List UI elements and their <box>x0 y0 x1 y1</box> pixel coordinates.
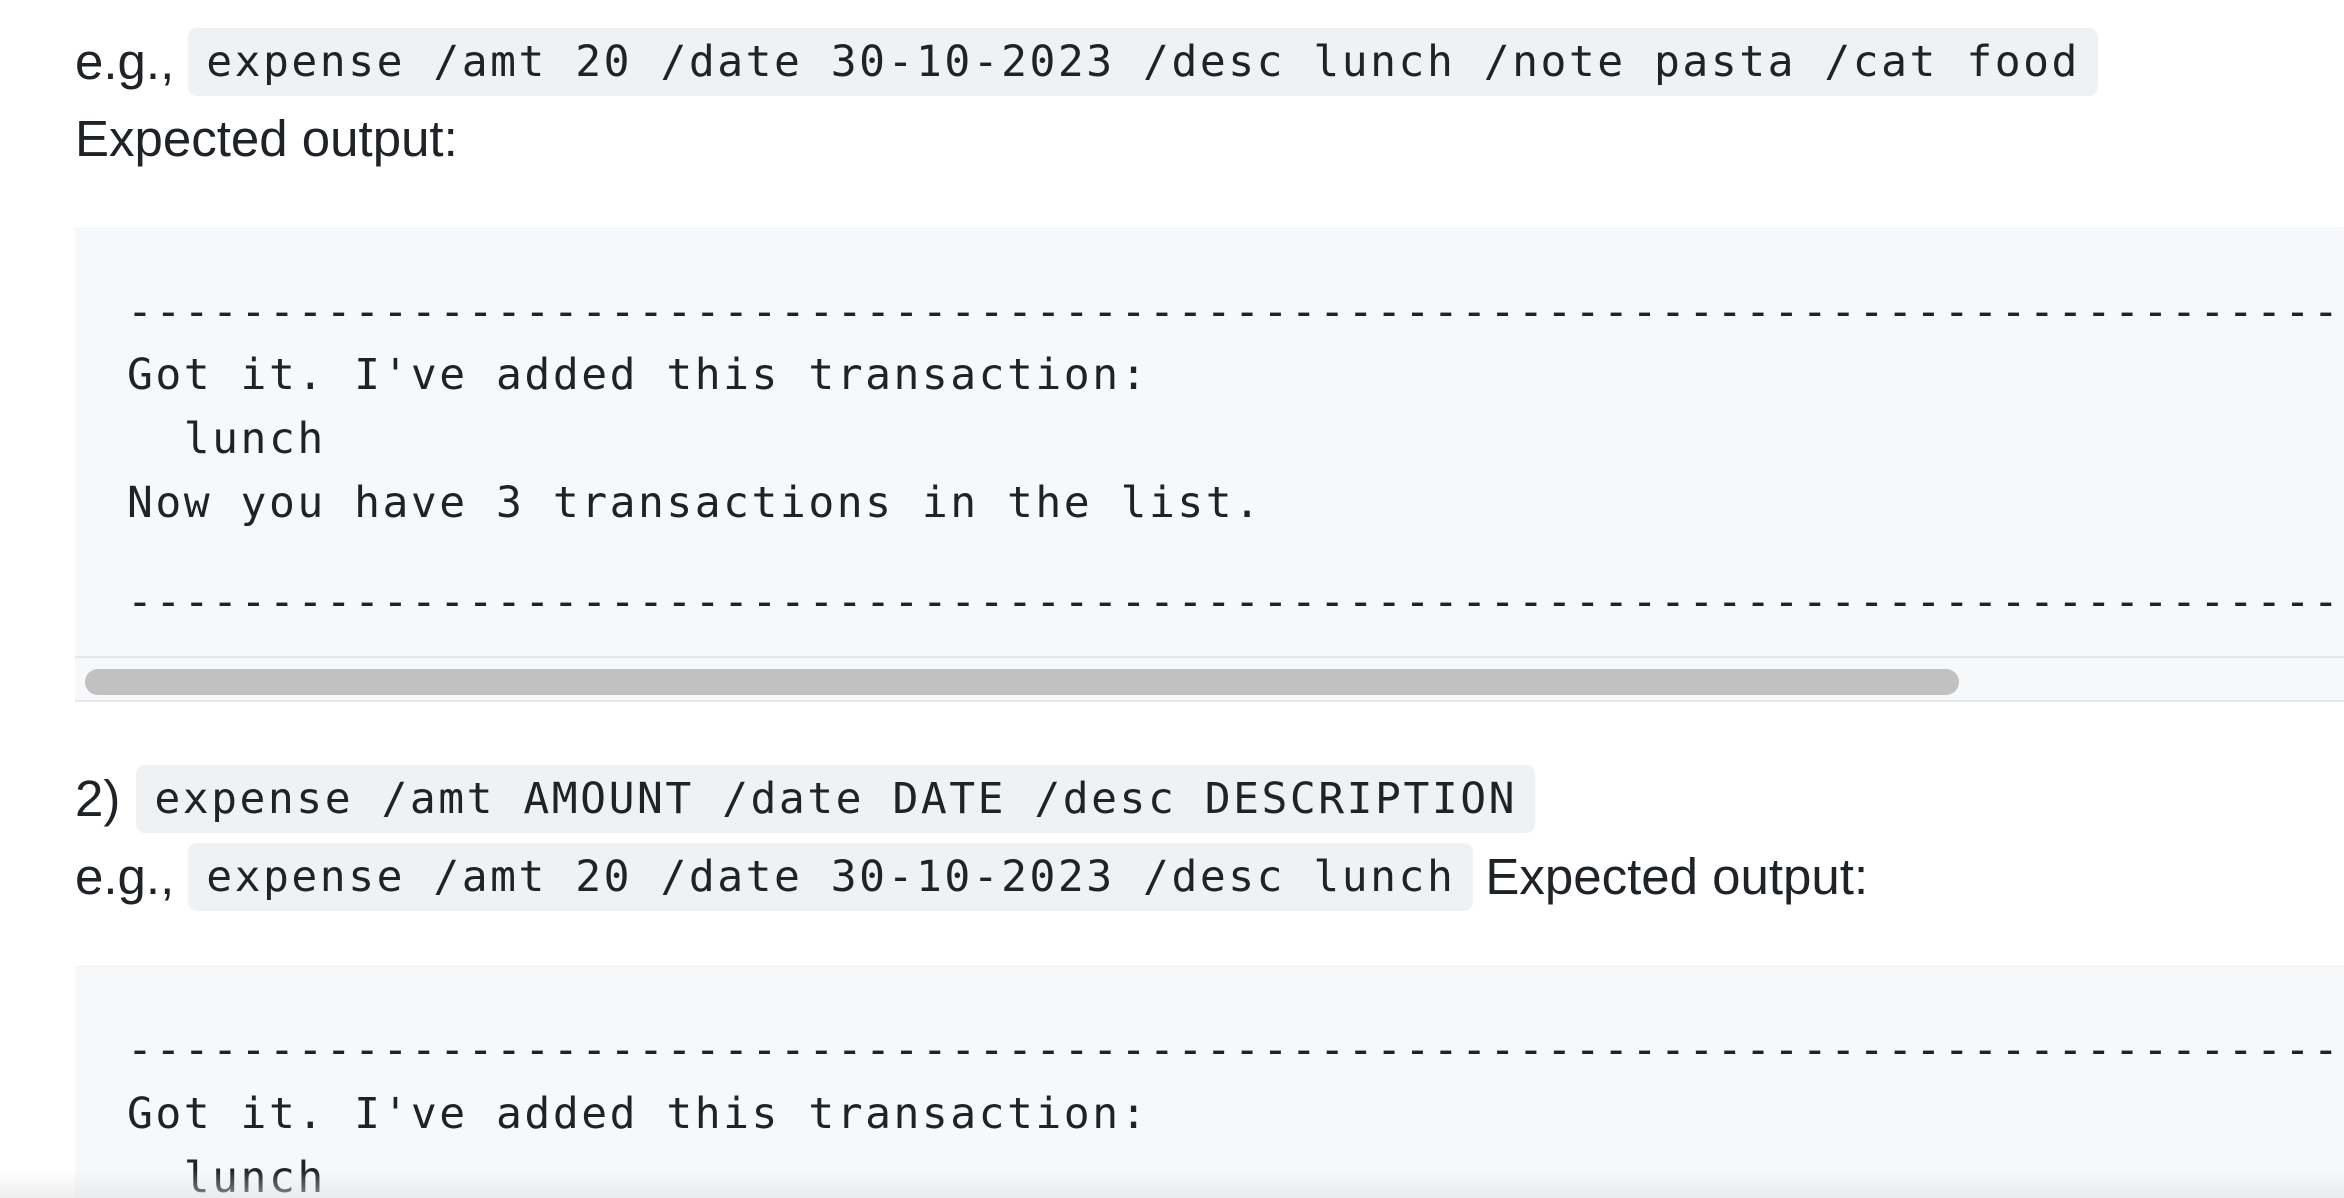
example-2-line: e.g., expense /amt 20 /date 30-10-2023 /… <box>75 841 1868 913</box>
output-1-line-3: Now you have 3 transactions in the list. <box>127 478 1263 528</box>
expected-output-label-1: Expected output: <box>75 110 458 167</box>
example-1-line: e.g., expense /amt 20 /date 30-10-2023 /… <box>75 26 2110 98</box>
output-code-block-2: ----------------------------------------… <box>75 965 2344 1198</box>
output-1-line-1: Got it. I've added this transaction: <box>127 350 1149 400</box>
item-2-number: 2) <box>75 770 121 827</box>
horizontal-scrollbar[interactable] <box>75 656 2344 702</box>
item-2-format: expense /amt AMOUNT /date DATE /desc DES… <box>136 765 1535 833</box>
bottom-edge-shadow <box>0 1170 2344 1198</box>
output-1-line-0: ----------------------------------------… <box>127 287 2344 337</box>
example-1-command: expense /amt 20 /date 30-10-2023 /desc l… <box>188 28 2098 96</box>
example-2-command: expense /amt 20 /date 30-10-2023 /desc l… <box>188 843 1474 911</box>
expected-output-label-2: Expected output: <box>1485 848 1869 905</box>
scrollbar-thumb[interactable] <box>85 669 1959 695</box>
item-2-line: 2) expense /amt AMOUNT /date DATE /desc … <box>75 763 1547 835</box>
example-1-prefix: e.g., <box>75 33 175 90</box>
output-2-line-1: Got it. I've added this transaction: <box>127 1089 1149 1139</box>
output-2-line-0: ----------------------------------------… <box>127 1025 2344 1075</box>
example-2-prefix: e.g., <box>75 848 175 905</box>
output-1-line-2: lunch <box>127 414 326 464</box>
output-1-line-4: ----------------------------------------… <box>127 577 2344 627</box>
output-code-block-1: ----------------------------------------… <box>75 227 2344 656</box>
